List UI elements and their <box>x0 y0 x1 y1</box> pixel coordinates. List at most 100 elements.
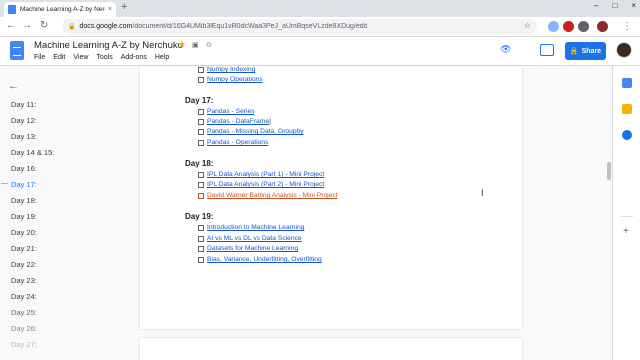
link[interactable]: Pandas - Missing Data, Groupby <box>207 128 304 135</box>
checkbox[interactable] <box>198 256 204 263</box>
scrollbar-thumb[interactable] <box>607 162 611 180</box>
extension-icon[interactable] <box>563 21 574 32</box>
outline-item[interactable]: Day 16: <box>11 164 37 173</box>
outline-item[interactable]: Day 26: <box>11 324 37 333</box>
link[interactable]: Introduction to Machine Learning <box>207 224 304 231</box>
profile-avatar[interactable] <box>597 21 608 32</box>
link[interactable]: AI vs ML vs DL vs Data Science <box>207 235 302 242</box>
outline-item[interactable]: Day 24: <box>11 292 37 301</box>
link[interactable]: Pandas - DataFrame <box>207 118 269 125</box>
outline-item[interactable]: Day 11: <box>11 100 36 109</box>
checkbox[interactable] <box>198 76 204 83</box>
reload-icon[interactable]: ↻ <box>40 20 48 31</box>
minimize-button[interactable]: – <box>594 1 598 10</box>
browser-tab[interactable]: Machine Learning A-Z by Nerchuko × <box>4 2 116 17</box>
docs-header: Machine Learning A-Z by Nerchuko ★ ▣ ⊙ F… <box>0 37 640 66</box>
menu-help[interactable]: Help <box>155 54 169 61</box>
active-marker: — <box>1 180 8 187</box>
lock-icon[interactable]: 🔒 <box>68 23 75 30</box>
document-outline: ← — Day 11: Day 12: Day 13: Day 14 & 15:… <box>0 66 140 360</box>
close-window-button[interactable]: × <box>631 1 636 10</box>
outline-item[interactable]: Day 23: <box>11 276 37 285</box>
view-mode-icon[interactable]: 👁 <box>500 44 511 55</box>
keep-icon[interactable] <box>622 104 632 114</box>
extension-icon[interactable] <box>578 21 589 32</box>
menu-tools[interactable]: Tools <box>96 54 112 61</box>
checkbox[interactable] <box>198 171 204 178</box>
share-label: Share <box>581 47 602 55</box>
checkbox[interactable] <box>198 192 204 199</box>
menu-edit[interactable]: Edit <box>53 54 65 61</box>
move-folder-icon[interactable]: ▣ <box>192 41 199 49</box>
document-canvas: Numpy Indexing Numpy Operations Day 17: … <box>140 66 607 360</box>
link[interactable]: Datasets for Machine Learning <box>207 245 298 252</box>
list-item: Pandas - DataFrame | <box>198 118 271 125</box>
back-icon[interactable]: ← <box>6 20 16 31</box>
heading-day18: Day 18: <box>185 159 214 168</box>
docs-favicon-icon <box>8 5 16 14</box>
outline-item[interactable]: Day 13: <box>11 132 37 141</box>
calendar-icon[interactable] <box>622 78 632 88</box>
list-item: Pandas - Series <box>198 108 255 115</box>
checkbox[interactable] <box>198 139 204 146</box>
checkbox[interactable] <box>198 118 204 125</box>
outline-item[interactable]: Day 14 & 15: <box>11 148 54 157</box>
checkbox[interactable] <box>198 245 204 252</box>
outline-item[interactable]: Day 22: <box>11 260 37 269</box>
omnibox[interactable]: 🔒 docs.google.com /document/d/16G4UMib3l… <box>62 19 537 34</box>
new-tab-button[interactable]: + <box>121 1 127 13</box>
checkbox[interactable] <box>198 181 204 188</box>
outline-item[interactable]: Day 21: <box>11 244 37 253</box>
link[interactable]: Bias, Variance, Underfitting, Overfittin… <box>207 256 322 263</box>
link-visited[interactable]: David Warner Batting Analysis - Mini Pro… <box>207 192 338 199</box>
checkbox[interactable] <box>198 66 204 73</box>
document-title[interactable]: Machine Learning A-Z by Nerchuko <box>34 40 183 51</box>
account-avatar[interactable] <box>616 42 632 58</box>
extension-icon[interactable] <box>548 21 559 32</box>
outline-item[interactable]: Day 27: <box>11 340 37 349</box>
list-item: David Warner Batting Analysis - Mini Pro… <box>198 192 338 199</box>
outline-item[interactable]: Day 12: <box>11 116 37 125</box>
maximize-button[interactable]: □ <box>612 1 617 10</box>
document-page-next[interactable] <box>140 338 522 360</box>
menu-addons[interactable]: Add-ons <box>121 54 147 61</box>
heading-day17: Day 17: <box>185 96 214 105</box>
mouse-ibeam-cursor: I <box>481 188 484 198</box>
close-outline-icon[interactable]: ← <box>8 80 19 92</box>
share-button[interactable]: 🔒 Share <box>565 42 606 60</box>
list-item: Introduction to Machine Learning <box>198 224 304 231</box>
list-item: Datasets for Machine Learning <box>198 245 298 252</box>
outline-item[interactable]: Day 19: <box>11 212 37 221</box>
checkbox[interactable] <box>198 108 204 115</box>
text-cursor: | <box>269 118 271 125</box>
link[interactable]: Numpy Operations <box>207 76 263 83</box>
add-ons-plus-icon[interactable]: + <box>623 226 629 237</box>
link[interactable]: IPL Data Analysis (Part 2) - Mini Projec… <box>207 181 324 188</box>
outline-item[interactable]: Day 20: <box>11 228 37 237</box>
cloud-status-icon[interactable]: ⊙ <box>206 41 212 49</box>
chrome-menu-icon[interactable]: ⋮ <box>622 21 632 32</box>
checkbox[interactable] <box>198 128 204 135</box>
comment-history-icon[interactable] <box>540 44 554 56</box>
close-tab-icon[interactable]: × <box>108 6 112 13</box>
checkbox[interactable] <box>198 224 204 231</box>
outline-item-active[interactable]: Day 17: <box>11 180 37 189</box>
list-item: AI vs ML vs DL vs Data Science <box>198 235 302 242</box>
star-icon[interactable]: ★ <box>178 39 186 50</box>
link[interactable]: Pandas - Series <box>207 108 255 115</box>
heading-day19: Day 19: <box>185 212 214 221</box>
docs-logo-icon[interactable] <box>10 41 24 60</box>
menu-view[interactable]: View <box>73 54 88 61</box>
link[interactable]: Numpy Indexing <box>207 66 255 73</box>
outline-item[interactable]: Day 18: <box>11 196 37 205</box>
document-page[interactable]: Numpy Indexing Numpy Operations Day 17: … <box>140 66 522 329</box>
checkbox[interactable] <box>198 235 204 242</box>
tab-title: Machine Learning A-Z by Nerchuko <box>20 6 105 13</box>
tasks-icon[interactable] <box>622 130 632 140</box>
link[interactable]: IPL Data Analysis (Part 1) - Mini Projec… <box>207 171 324 178</box>
bookmark-star-icon[interactable]: ☆ <box>524 21 531 30</box>
forward-icon[interactable]: → <box>22 20 32 31</box>
link[interactable]: Pandas - Operations <box>207 139 268 146</box>
outline-item[interactable]: Day 25: <box>11 308 37 317</box>
menu-file[interactable]: File <box>34 54 45 61</box>
